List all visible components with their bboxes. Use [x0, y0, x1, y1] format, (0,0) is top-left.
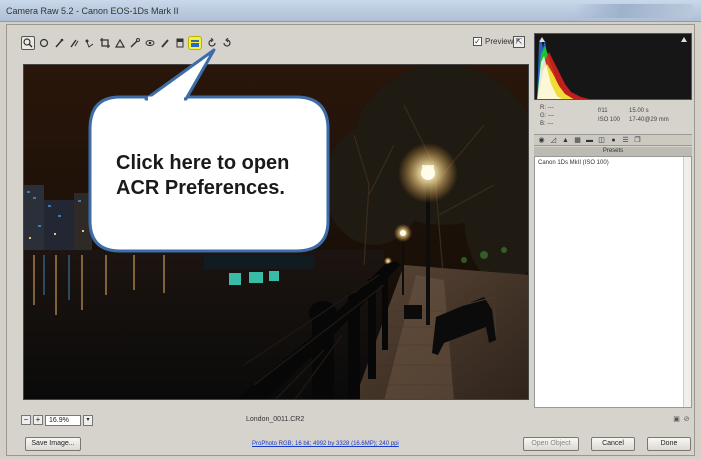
callout-bubble: [88, 48, 330, 253]
callout-line-2: ACR Preferences.: [116, 177, 285, 199]
callout-text: Click here to open ACR Preferences.: [116, 151, 316, 201]
callout-line-1: Click here to open: [116, 152, 290, 174]
